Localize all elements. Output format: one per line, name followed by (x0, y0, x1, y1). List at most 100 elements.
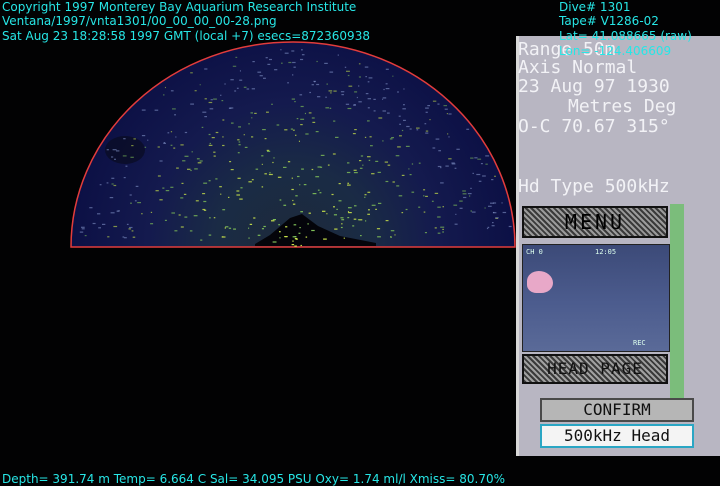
datetime-text: Sat Aug 23 18:28:58 1997 GMT (local +7) … (2, 29, 370, 43)
sonar-echo-speck (333, 206, 335, 208)
sonar-echo-speck (210, 99, 213, 101)
sonar-echo-speck (382, 110, 386, 112)
sonar-echo-speck (225, 226, 229, 228)
sonar-echo-speck (492, 222, 494, 224)
sonar-echo-speck (341, 219, 345, 221)
sonar-echo-speck (287, 82, 289, 84)
sonar-echo-speck (229, 161, 232, 163)
sonar-echo-speck (176, 167, 179, 169)
sonar-echo-speck (359, 167, 363, 169)
sonar-echo-speck (109, 197, 114, 199)
sonar-echo-speck (451, 162, 455, 164)
sonar-echo-speck (92, 222, 96, 225)
sonar-echo-speck (371, 173, 375, 175)
sonar-echo-speck (322, 210, 326, 212)
sonar-echo-speck (358, 85, 360, 87)
sonar-echo-speck (213, 155, 216, 157)
sonar-echo-speck (311, 168, 314, 171)
sonar-echo-speck (389, 138, 393, 140)
sonar-echo-speck (364, 194, 367, 196)
sonar-dark-patch (105, 136, 145, 164)
sonar-echo-speck (183, 193, 187, 195)
sonar-echo-speck (347, 211, 349, 213)
sonar-echo-speck (300, 124, 303, 126)
sonar-echo-speck (291, 244, 295, 246)
sonar-echo-speck (501, 202, 503, 204)
head-page-button[interactable]: HEAD PAGE (522, 354, 668, 384)
sonar-echo-speck (409, 128, 412, 130)
sonar-echo-speck (467, 193, 472, 195)
sonar-echo-speck (261, 155, 264, 157)
sonar-echo-speck (114, 158, 116, 160)
sonar-echo-speck (254, 112, 257, 114)
sonar-echo-speck (394, 234, 396, 236)
sonar-echo-speck (397, 91, 399, 93)
sonar-echo-speck (288, 61, 292, 64)
sonar-echo-speck (405, 145, 410, 147)
sonar-echo-speck (320, 154, 325, 156)
sonar-echo-speck (315, 176, 320, 178)
sonar-echo-speck (144, 146, 147, 148)
sonar-echo-speck (264, 173, 267, 175)
sonar-echo-speck (303, 184, 307, 186)
sonar-echo-speck (284, 129, 288, 131)
sonar-echo-speck (251, 136, 254, 138)
sonar-echo-speck (112, 149, 117, 151)
sensor-readout: Depth= 391.74 m Temp= 6.664 C Sal= 34.09… (2, 472, 506, 486)
sonar-echo-speck (236, 190, 240, 192)
sonar-echo-speck (295, 134, 297, 136)
confirm-button[interactable]: CONFIRM (540, 398, 694, 422)
sonar-echo-speck (276, 124, 280, 126)
sonar-echo-speck (348, 85, 353, 87)
sonar-echo-speck (271, 220, 275, 222)
sonar-echo-speck (486, 227, 489, 230)
sonar-echo-speck (299, 227, 301, 229)
sonar-echo-speck (236, 87, 239, 89)
sonar-echo-speck (182, 160, 186, 162)
sonar-echo-speck (383, 88, 385, 91)
sonar-echo-speck (224, 83, 226, 85)
sonar-echo-speck (312, 121, 316, 123)
sonar-echo-speck (424, 123, 427, 125)
menu-button[interactable]: MENU (522, 206, 668, 238)
sonar-echo-speck (220, 193, 222, 195)
sonar-echo-speck (337, 54, 339, 56)
sonar-echo-speck (418, 206, 421, 208)
sonar-echo-speck (257, 71, 262, 73)
sonar-echo-speck (294, 101, 296, 103)
sonar-echo-speck (482, 175, 486, 177)
sonar-echo-speck (317, 189, 320, 191)
sonar-echo-speck (364, 196, 366, 198)
sonar-echo-speck (367, 120, 370, 122)
sonar-echo-speck (438, 150, 441, 152)
sonar-echo-speck (238, 141, 241, 143)
sonar-control-panel: Range 50m Axis Normal 23 Aug 97 1930 Met… (516, 36, 720, 456)
green-side-strip (670, 204, 684, 414)
sonar-echo-speck (367, 191, 371, 193)
sonar-echo-speck (228, 227, 232, 229)
sonar-echo-speck (477, 158, 482, 160)
sonar-echo-speck (354, 91, 358, 93)
units-readout: Metres Deg (568, 96, 677, 117)
sonar-echo-speck (373, 110, 376, 112)
sonar-echo-speck (405, 208, 408, 211)
sonar-echo-speck (338, 200, 342, 202)
sonar-echo-speck (495, 217, 499, 219)
sonar-echo-speck (397, 146, 401, 148)
head-select-button[interactable]: 500kHz Head (540, 424, 694, 448)
sonar-echo-speck (170, 90, 174, 92)
sonar-echo-speck (358, 219, 363, 221)
sonar-echo-speck (356, 96, 358, 99)
sonar-echo-speck (187, 168, 191, 170)
sonar-echo-speck (268, 173, 273, 176)
sonar-echo-speck (203, 209, 207, 211)
sonar-echo-speck (443, 105, 447, 107)
sonar-echo-speck (476, 173, 481, 176)
sonar-echo-speck (290, 128, 293, 130)
sonar-echo-speck (454, 223, 458, 225)
sonar-echo-speck (353, 172, 358, 174)
sonar-echo-speck (333, 90, 337, 92)
sonar-echo-speck (403, 104, 405, 106)
sonar-echo-speck (135, 185, 139, 187)
sonar-echo-speck (423, 189, 426, 191)
